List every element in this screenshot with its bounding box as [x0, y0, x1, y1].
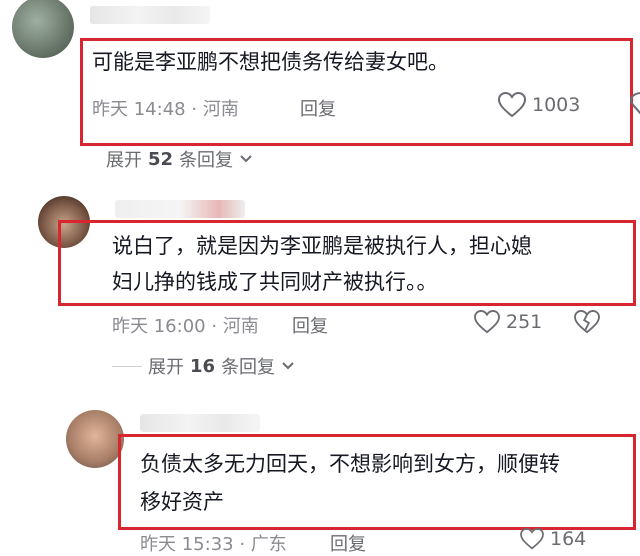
dislike-icon[interactable]: [574, 310, 600, 334]
avatar[interactable]: [66, 410, 124, 468]
username-blurred[interactable]: [115, 200, 245, 218]
comment-meta: 昨天 16:00 · 河南: [112, 312, 259, 338]
chevron-down-icon: [282, 362, 294, 370]
expand-label-prefix: 展开: [148, 357, 184, 378]
comment-text-line2: 移好资产: [140, 490, 224, 514]
expand-count: 52: [148, 148, 174, 170]
reply-button[interactable]: 回复: [300, 95, 336, 121]
like-button[interactable]: 164: [520, 528, 586, 550]
comment-text: 可能是李亚鹏不想把债务传给妻女吧。: [92, 50, 449, 74]
username-blurred[interactable]: [140, 414, 260, 432]
like-button[interactable]: 251: [474, 310, 542, 334]
like-count: 251: [506, 311, 543, 333]
comment-text-line1: 说白了，就是因为李亚鹏是被执行人，担心媳: [112, 234, 532, 258]
heart-icon: [498, 92, 526, 118]
expand-count: 16: [190, 355, 216, 377]
comment-meta: 昨天 15:33 · 广东: [140, 530, 287, 556]
comment-location: 广东: [250, 534, 287, 555]
heart-icon: [520, 528, 544, 550]
comment-time: 昨天 15:33: [140, 534, 234, 555]
expand-label-prefix: 展开: [106, 150, 142, 171]
expand-label-suffix: 条回复: [221, 357, 276, 378]
like-count: 1003: [532, 94, 581, 116]
meta-dot: ·: [211, 316, 218, 337]
chevron-down-icon: [240, 155, 252, 163]
comment-location: 河南: [222, 316, 259, 337]
comment-text-line2: 妇儿挣的钱成了共同财产被执行。。: [112, 270, 438, 294]
like-count: 164: [550, 528, 587, 550]
comment-location: 河南: [202, 99, 239, 120]
expand-label-suffix: 条回复: [179, 150, 234, 171]
meta-dot: ·: [239, 534, 246, 555]
comment-meta: 昨天 14:48 · 河南: [92, 95, 239, 121]
divider: [112, 365, 142, 367]
username-blurred[interactable]: [90, 6, 210, 24]
meta-dot: ·: [191, 99, 198, 120]
avatar[interactable]: [12, 0, 74, 58]
comment-time: 昨天 16:00: [112, 316, 206, 337]
like-button[interactable]: 1003: [498, 92, 580, 118]
comment-time: 昨天 14:48: [92, 99, 186, 120]
reply-button[interactable]: 回复: [330, 530, 366, 556]
dislike-icon[interactable]: [630, 92, 640, 118]
heart-icon: [474, 310, 500, 334]
comment-text-line1: 负债太多无力回天，不想影响到女方，顺便转: [140, 452, 560, 476]
reply-button[interactable]: 回复: [292, 312, 328, 338]
expand-replies-1[interactable]: 展开 52 条回复: [106, 146, 253, 172]
expand-replies-2[interactable]: 展开 16 条回复: [112, 353, 295, 379]
